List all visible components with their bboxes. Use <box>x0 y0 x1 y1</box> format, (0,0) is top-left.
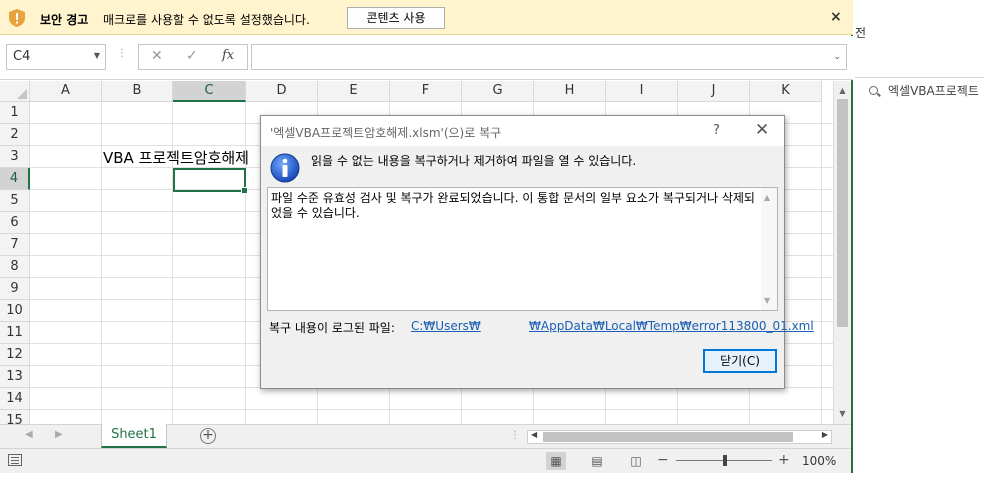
textbox-scrollbar[interactable]: ▲ ▼ <box>761 188 777 310</box>
dialog-heading: 읽을 수 없는 내용을 복구하거나 제거하여 파일을 열 수 있습니다. <box>311 154 637 168</box>
formula-bar-area: C4 ▼ ⋮ ✕ ✓ fx ⌄ <box>0 36 853 80</box>
security-warning-title: 보안 경고 <box>40 13 89 27</box>
textbox-scroll-down-icon[interactable]: ▼ <box>764 293 770 308</box>
formula-buttons: ✕ ✓ fx <box>138 44 248 70</box>
background-pane-divider <box>855 77 984 78</box>
gridline <box>821 102 822 424</box>
row-header-15[interactable]: 15 <box>0 410 30 424</box>
row-header-4[interactable]: 4 <box>0 168 30 190</box>
column-header-h[interactable]: H <box>534 81 606 102</box>
row-header-9[interactable]: 9 <box>0 278 30 300</box>
name-box-value: C4 <box>13 49 31 64</box>
row-header-8[interactable]: 8 <box>0 256 30 278</box>
page-break-preview-icon[interactable]: ◫ <box>626 452 646 470</box>
gridline <box>101 102 102 424</box>
expand-formula-bar-icon[interactable]: ⌄ <box>833 52 841 62</box>
background-search-text: 엑셀VBA프로젝트 <box>888 84 979 98</box>
dialog-close-icon[interactable]: ✕ <box>755 120 769 140</box>
row-header-6[interactable]: 6 <box>0 212 30 234</box>
add-sheet-icon[interactable]: + <box>200 428 216 444</box>
status-bar: ▦ ▤ ◫ − + 100% <box>0 448 851 473</box>
scroll-left-icon[interactable]: ◀ <box>531 430 537 439</box>
column-header-c[interactable]: C <box>173 81 246 102</box>
horizontal-scrollbar[interactable]: ◀ ▶ <box>527 430 832 444</box>
recovery-dialog: '엑셀VBA프로젝트암호해제.xlsm'(으)로 복구 ? ✕ 읽을 수 없는 … <box>260 115 814 389</box>
name-box-dropdown-icon[interactable]: ▼ <box>94 51 100 60</box>
cancel-entry-icon[interactable]: ✕ <box>151 48 163 64</box>
prev-sheet-icon[interactable]: ◀ <box>25 429 33 440</box>
macro-recording-icon[interactable] <box>8 454 22 466</box>
row-header-3[interactable]: 3 <box>0 146 30 168</box>
row-header-14[interactable]: 14 <box>0 388 30 410</box>
search-icon <box>869 86 878 95</box>
security-warning-bar: 보안 경고 매크로를 사용할 수 없도록 설정했습니다. 콘텐츠 사용 × <box>0 0 853 35</box>
recovery-details-text: 파일 수준 유효성 검사 및 복구가 완료되었습니다. 이 통합 문서의 일부 … <box>271 191 755 220</box>
column-header-f[interactable]: F <box>390 81 462 102</box>
formula-input[interactable]: ⌄ <box>251 44 847 70</box>
gridline <box>30 409 833 410</box>
column-header-k[interactable]: K <box>750 81 822 102</box>
background-pane: 전 엑셀VBA프로젝트 <box>855 0 984 479</box>
normal-view-icon[interactable]: ▦ <box>546 452 566 470</box>
log-file-link-part2[interactable]: ₩AppData₩Local₩Temp₩error113800_01.xml <box>529 319 814 333</box>
sheet-tab-bar: ◀ ▶ Sheet1 + ⋮ ◀ ▶ <box>0 424 851 448</box>
row-header-13[interactable]: 13 <box>0 366 30 388</box>
row-header-5[interactable]: 5 <box>0 190 30 212</box>
zoom-out-icon[interactable]: − <box>657 452 669 468</box>
help-icon[interactable]: ? <box>713 123 720 138</box>
security-bar-close-icon[interactable]: × <box>830 9 842 25</box>
insert-function-icon[interactable]: fx <box>222 48 234 63</box>
background-search-box[interactable]: 엑셀VBA프로젝트 <box>869 82 979 99</box>
row-header-11[interactable]: 11 <box>0 322 30 344</box>
horizontal-scroll-thumb[interactable] <box>543 432 793 442</box>
column-header-d[interactable]: D <box>246 81 318 102</box>
info-icon <box>270 153 300 183</box>
zoom-level[interactable]: 100% <box>802 454 836 468</box>
zoom-slider-knob[interactable] <box>723 455 727 466</box>
column-header-e[interactable]: E <box>318 81 390 102</box>
security-warning-message: 매크로를 사용할 수 없도록 설정했습니다. <box>103 13 310 27</box>
vertical-scrollbar[interactable]: ▲ ▼ <box>833 81 851 424</box>
scroll-down-icon[interactable]: ▼ <box>834 407 851 421</box>
log-file-label: 복구 내용이 로그된 파일: <box>269 321 395 335</box>
sheet-tab-sheet1[interactable]: Sheet1 <box>101 424 167 448</box>
selected-cell-c4[interactable] <box>173 168 248 194</box>
row-header-7[interactable]: 7 <box>0 234 30 256</box>
column-header-j[interactable]: J <box>678 81 750 102</box>
enable-content-button[interactable]: 콘텐츠 사용 <box>347 7 445 29</box>
close-dialog-button[interactable]: 닫기(C) <box>703 349 777 373</box>
zoom-in-icon[interactable]: + <box>778 452 790 468</box>
row-header-1[interactable]: 1 <box>0 102 30 124</box>
excel-window: 보안 경고 매크로를 사용할 수 없도록 설정했습니다. 콘텐츠 사용 × C4… <box>0 0 853 473</box>
row-header-10[interactable]: 10 <box>0 300 30 322</box>
scroll-right-icon[interactable]: ▶ <box>822 430 828 439</box>
background-pane-text: 전 <box>855 26 867 40</box>
select-all-button[interactable] <box>0 81 30 102</box>
confirm-entry-icon[interactable]: ✓ <box>186 48 198 64</box>
textbox-scroll-up-icon[interactable]: ▲ <box>764 190 770 205</box>
name-box[interactable]: C4 ▼ <box>6 44 106 70</box>
next-sheet-icon[interactable]: ▶ <box>55 429 63 440</box>
column-header-i[interactable]: I <box>606 81 678 102</box>
column-header-g[interactable]: G <box>462 81 534 102</box>
cell-b3[interactable]: VBA 프로젝트암호해제 <box>103 147 249 168</box>
shield-warning-icon <box>9 9 25 27</box>
page-layout-view-icon[interactable]: ▤ <box>587 452 607 470</box>
column-header-b[interactable]: B <box>102 81 173 102</box>
recovery-details-textbox[interactable]: 파일 수준 유효성 검사 및 복구가 완료되었습니다. 이 통합 문서의 일부 … <box>267 187 778 311</box>
column-header-a[interactable]: A <box>30 81 102 102</box>
vertical-scroll-thumb[interactable] <box>837 99 848 327</box>
log-file-link-part1[interactable]: C:₩Users₩ <box>411 319 481 333</box>
dialog-titlebar: '엑셀VBA프로젝트암호해제.xlsm'(으)로 복구 ? ✕ <box>261 116 784 146</box>
row-header-12[interactable]: 12 <box>0 344 30 366</box>
formula-bar-splitter-icon[interactable]: ⋮ <box>117 48 127 59</box>
scroll-up-icon[interactable]: ▲ <box>834 84 851 98</box>
tab-splitter-icon[interactable]: ⋮ <box>510 430 520 441</box>
dialog-title: '엑셀VBA프로젝트암호해제.xlsm'(으)로 복구 <box>270 126 502 140</box>
row-header-2[interactable]: 2 <box>0 124 30 146</box>
